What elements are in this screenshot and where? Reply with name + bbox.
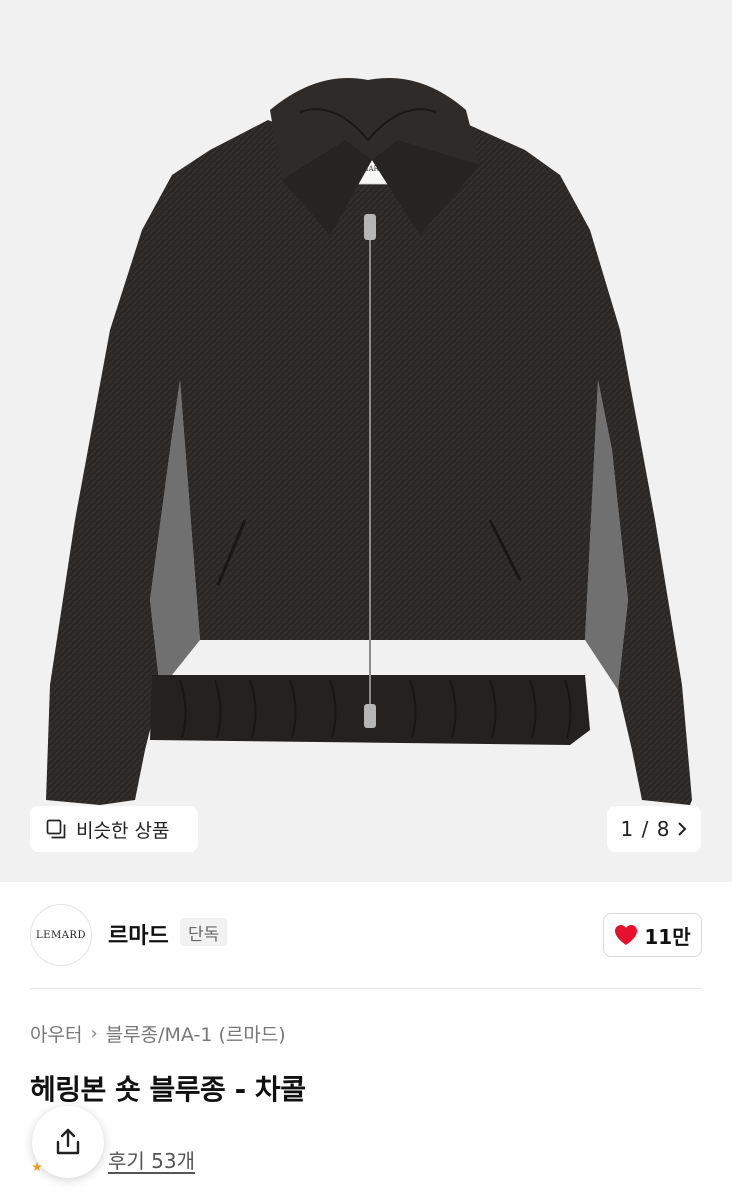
review-count-link[interactable]: 후기 53개 <box>108 1145 195 1174</box>
breadcrumb-item-outer[interactable]: 아우터 <box>30 1020 82 1047</box>
like-count: 11만 <box>644 924 691 949</box>
brand-row: LEMARD 르마드 단독 11만 <box>0 882 732 988</box>
chevron-right-icon: › <box>90 1023 98 1044</box>
brand-name[interactable]: 르마드 <box>108 918 169 950</box>
page-indicator: 1 / 8 <box>621 817 670 841</box>
section-divider <box>30 988 702 989</box>
image-page-counter[interactable]: 1 / 8 <box>607 806 701 852</box>
like-button[interactable]: 11만 <box>603 913 702 957</box>
share-icon <box>56 1128 80 1155</box>
product-image-carousel[interactable]: LEMARD 비슷한 상품 1 / 8 <box>0 0 732 882</box>
chevron-right-icon <box>678 822 687 836</box>
page-separator: / <box>641 817 649 841</box>
brand-logo[interactable]: LEMARD <box>30 904 92 966</box>
similar-products-icon <box>46 819 66 839</box>
breadcrumb-item-blouson[interactable]: 블루종/MA-1 (르마드) <box>106 1020 286 1047</box>
exclusive-badge: 단독 <box>180 918 228 946</box>
similar-products-button[interactable]: 비슷한 상품 <box>30 806 198 852</box>
page-current: 1 <box>620 817 634 841</box>
page-total: 8 <box>656 817 670 841</box>
category-breadcrumb: 아우터 › 블루종/MA-1 (르마드) <box>30 1020 286 1047</box>
product-photo: LEMARD <box>46 78 692 805</box>
brand-logo-text: LEMARD <box>36 929 86 941</box>
similar-products-label: 비슷한 상품 <box>76 819 170 842</box>
heart-icon <box>615 925 638 945</box>
product-title: 헤링본 숏 블루종 - 차콜 <box>30 1073 306 1106</box>
share-button[interactable] <box>32 1106 104 1178</box>
